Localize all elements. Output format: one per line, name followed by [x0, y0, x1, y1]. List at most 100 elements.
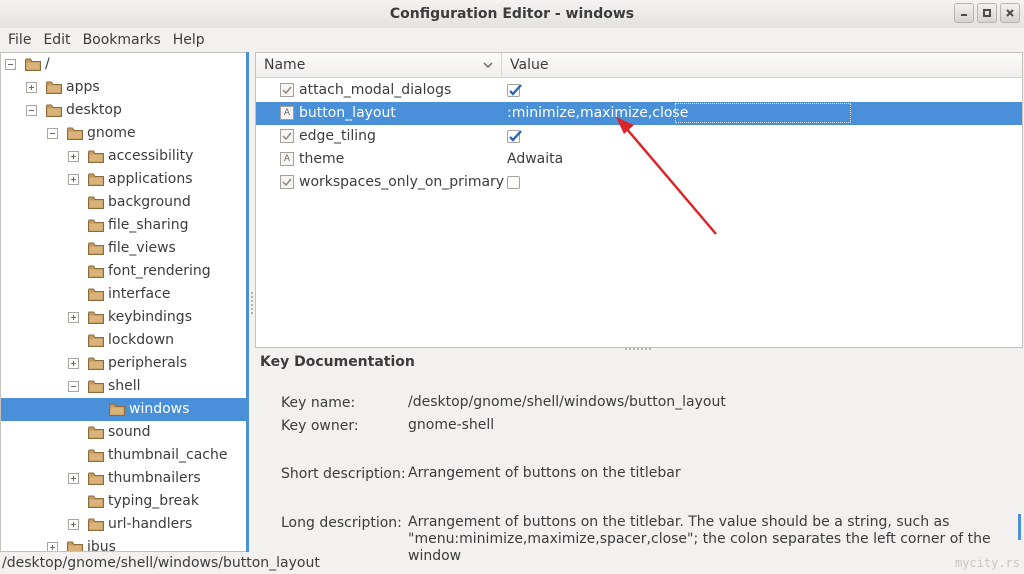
- folder-icon: [88, 334, 104, 347]
- expand-icon[interactable]: [68, 473, 79, 484]
- tree-scrollbar[interactable]: [246, 52, 249, 552]
- tree-item-label: font_rendering: [108, 263, 211, 279]
- expand-icon[interactable]: [68, 519, 79, 530]
- maximize-button[interactable]: [977, 3, 997, 23]
- collapse-icon[interactable]: [47, 128, 58, 139]
- doc-title: Key Documentation: [260, 354, 415, 370]
- key-value[interactable]: Adwaita: [507, 148, 563, 171]
- folder-icon: [88, 518, 104, 531]
- collapse-icon[interactable]: [68, 381, 79, 392]
- tree-item-label: ibus: [87, 539, 116, 552]
- close-icon: [1001, 4, 1019, 22]
- tree-item[interactable]: apps: [1, 76, 247, 99]
- string-type-icon: A: [280, 106, 294, 120]
- doc-scrollbar[interactable]: [1018, 514, 1021, 540]
- tree-item[interactable]: thumbnailers: [1, 467, 247, 490]
- tree-item-label: desktop: [66, 102, 122, 118]
- key-row[interactable]: Atheme Adwaita: [256, 148, 1022, 171]
- tree-item[interactable]: lockdown: [1, 329, 247, 352]
- pane-separator-handle-horizontal[interactable]: [625, 348, 651, 350]
- tree-item[interactable]: shell: [1, 375, 247, 398]
- folder-icon: [25, 58, 41, 71]
- folder-icon: [88, 449, 104, 462]
- value-edit-field[interactable]: :minimize,maximize,close: [507, 102, 851, 125]
- value-checkbox[interactable]: [507, 130, 522, 143]
- tree-item[interactable]: url-handlers: [1, 513, 247, 536]
- tree-item[interactable]: file_sharing: [1, 214, 247, 237]
- expand-icon[interactable]: [26, 82, 37, 93]
- tree-item-label: gnome: [87, 125, 136, 141]
- tree-item[interactable]: applications: [1, 168, 247, 191]
- string-type-icon: A: [280, 152, 294, 166]
- key-name: button_layout: [299, 105, 396, 121]
- tree-item[interactable]: font_rendering: [1, 260, 247, 283]
- chevron-down-icon[interactable]: [482, 59, 494, 71]
- minimize-icon: [955, 4, 973, 22]
- key-owner-label: Key owner:: [281, 418, 359, 434]
- folder-icon: [88, 173, 104, 186]
- key-row[interactable]: edge_tiling: [256, 125, 1022, 148]
- tree-item[interactable]: background: [1, 191, 247, 214]
- tree-item[interactable]: sound: [1, 421, 247, 444]
- menu-edit[interactable]: Edit: [37, 28, 76, 52]
- short-description-label: Short description:: [281, 466, 406, 482]
- tree-item-label: interface: [108, 286, 171, 302]
- long-description-label: Long description:: [281, 515, 402, 531]
- expand-icon[interactable]: [68, 151, 79, 162]
- tree-item[interactable]: accessibility: [1, 145, 247, 168]
- key-owner-value: gnome-shell: [408, 417, 495, 433]
- menu-help[interactable]: Help: [167, 28, 211, 52]
- tree-item[interactable]: file_views: [1, 237, 247, 260]
- folder-icon: [67, 127, 83, 140]
- collapse-icon[interactable]: [26, 105, 37, 116]
- status-bar: /desktop/gnome/shell/windows/button_layo…: [2, 555, 320, 571]
- folder-icon: [88, 150, 104, 163]
- watermark: mycity.rs: [954, 556, 1020, 570]
- list-header: Name Value: [256, 53, 1022, 78]
- tree-item[interactable]: desktop: [1, 99, 247, 122]
- window-title: Configuration Editor - windows: [389, 6, 635, 22]
- tree-item-label: apps: [66, 79, 100, 95]
- tree-item[interactable]: peripherals: [1, 352, 247, 375]
- tree-item-label: lockdown: [108, 332, 175, 348]
- tree-item[interactable]: ibus: [1, 536, 247, 552]
- collapse-icon[interactable]: [5, 59, 16, 70]
- column-header-value[interactable]: Value: [510, 53, 548, 78]
- menu-bookmarks[interactable]: Bookmarks: [77, 28, 167, 52]
- key-row[interactable]: attach_modal_dialogs: [256, 79, 1022, 102]
- folder-icon: [88, 495, 104, 508]
- key-row[interactable]: Abutton_layout :minimize,maximize,close: [256, 102, 1022, 125]
- minimize-button[interactable]: [954, 3, 974, 23]
- long-description-line-1: Arrangement of buttons on the titlebar. …: [408, 514, 950, 530]
- key-name: edge_tiling: [299, 128, 376, 144]
- column-header-name[interactable]: Name: [256, 53, 502, 78]
- tree-item-label: applications: [108, 171, 193, 187]
- directory-tree[interactable]: / apps desktop gnome accessibility applicatio…: [0, 52, 248, 552]
- expand-icon[interactable]: [68, 358, 79, 369]
- tree-item[interactable]: typing_break: [1, 490, 247, 513]
- menubar: File Edit Bookmarks Help: [0, 28, 1024, 52]
- key-row[interactable]: workspaces_only_on_primary: [256, 171, 1022, 194]
- key-name-label: Key name:: [281, 395, 356, 411]
- folder-icon: [88, 380, 104, 393]
- tree-item[interactable]: /: [1, 53, 247, 76]
- tree-item[interactable]: windows: [1, 398, 247, 421]
- tree-item-label: /: [45, 56, 50, 72]
- short-description-value: Arrangement of buttons on the titlebar: [408, 465, 681, 481]
- menu-file[interactable]: File: [2, 28, 37, 52]
- folder-icon: [67, 541, 83, 551]
- key-name: attach_modal_dialogs: [299, 82, 452, 98]
- value-checkbox[interactable]: [507, 84, 522, 97]
- tree-item[interactable]: interface: [1, 283, 247, 306]
- expand-icon[interactable]: [47, 542, 58, 551]
- value-checkbox[interactable]: [507, 176, 520, 189]
- tree-item[interactable]: thumbnail_cache: [1, 444, 247, 467]
- tree-item[interactable]: gnome: [1, 122, 247, 145]
- folder-icon: [109, 403, 125, 416]
- tree-item[interactable]: keybindings: [1, 306, 247, 329]
- expand-icon[interactable]: [68, 174, 79, 185]
- close-button[interactable]: [1000, 3, 1020, 23]
- pane-separator-handle[interactable]: [250, 290, 254, 316]
- expand-icon[interactable]: [68, 312, 79, 323]
- tree-item-label: sound: [108, 424, 151, 440]
